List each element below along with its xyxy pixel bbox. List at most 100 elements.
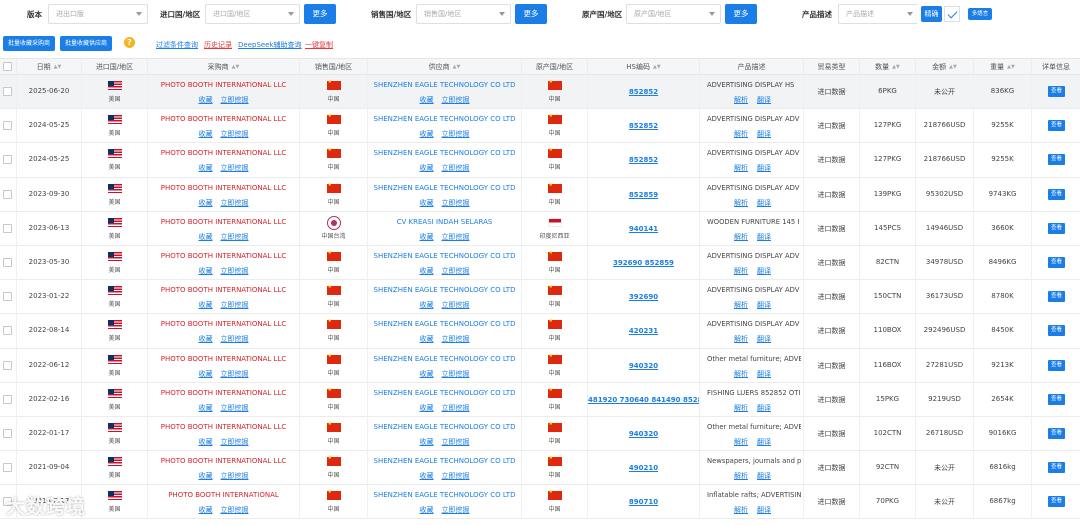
supplier-collect-link[interactable]: 收藏 [420,164,434,172]
analyze-link[interactable]: 解析 [734,267,748,275]
hs-code-link[interactable]: 392690 [588,293,699,301]
supplier-dig-link[interactable]: 立即挖掘 [442,506,470,514]
view-detail-button[interactable]: 查看 [1048,154,1065,166]
origin-more-button[interactable]: 更多 [725,4,757,24]
row-checkbox[interactable] [3,257,12,267]
row-checkbox[interactable] [3,155,12,165]
hs-code-link[interactable]: 852852 [588,88,699,96]
exact-match-checkbox[interactable] [944,6,960,22]
copy-all-link[interactable]: 一键复制 [305,40,333,50]
hs-code-link[interactable]: 481920 730640 841490 852852 [588,396,699,404]
supplier-dig-link[interactable]: 立即挖掘 [442,267,470,275]
buyer-dig-link[interactable]: 立即挖掘 [221,164,249,172]
analyze-link[interactable]: 解析 [734,438,748,446]
buyer-dig-link[interactable]: 立即挖掘 [221,301,249,309]
supplier-dig-link[interactable]: 立即挖掘 [442,96,470,104]
buyer-dig-link[interactable]: 立即挖掘 [221,267,249,275]
supplier-collect-link[interactable]: 收藏 [420,301,434,309]
hs-code-link[interactable]: 940320 [588,362,699,370]
hs-code-link[interactable]: 490210 [588,464,699,472]
supplier-dig-link[interactable]: 立即挖掘 [442,335,470,343]
supplier-name-link[interactable]: SHENZHEN EAGLE TECHNOLOGY CO LTD [368,457,521,465]
buyer-name-link[interactable]: PHOTO BOOTH INTERNATIONAL LLC [148,457,299,465]
buyer-name-link[interactable]: PHOTO BOOTH INTERNATIONAL LLC [148,149,299,157]
supplier-name-link[interactable]: SHENZHEN EAGLE TECHNOLOGY CO LTD [368,355,521,363]
buyer-name-link[interactable]: PHOTO BOOTH INTERNATIONAL LLC [148,286,299,294]
header-quantity[interactable]: 数量 ▲▼ [860,59,916,75]
analyze-link[interactable]: 解析 [734,96,748,104]
view-detail-button[interactable]: 查看 [1048,427,1065,439]
header-weight[interactable]: 重量 ▲▼ [974,59,1032,75]
analyze-link[interactable]: 解析 [734,164,748,172]
supplier-name-link[interactable]: SHENZHEN EAGLE TECHNOLOGY CO LTD [368,149,521,157]
sales-country-select[interactable]: 销售国/地区 [416,4,511,24]
supplier-name-link[interactable]: CV KREASI INDAH SELARAS [368,218,521,226]
supplier-dig-link[interactable]: 立即挖掘 [442,301,470,309]
analyze-link[interactable]: 解析 [734,404,748,412]
buyer-dig-link[interactable]: 立即挖掘 [221,233,249,241]
buyer-dig-link[interactable]: 立即挖掘 [221,370,249,378]
translate-link[interactable]: 翻译 [757,96,771,104]
buyer-name-link[interactable]: PHOTO BOOTH INTERNATIONAL LLC [148,320,299,328]
supplier-collect-link[interactable]: 收藏 [420,130,434,138]
buyer-dig-link[interactable]: 立即挖掘 [221,404,249,412]
supplier-name-link[interactable]: SHENZHEN EAGLE TECHNOLOGY CO LTD [368,389,521,397]
analyze-link[interactable]: 解析 [734,335,748,343]
header-amount[interactable]: 金额 ▲▼ [916,59,974,75]
view-detail-button[interactable]: 查看 [1048,359,1065,371]
view-detail-button[interactable]: 查看 [1048,393,1065,405]
analyze-link[interactable]: 解析 [734,472,748,480]
translate-link[interactable]: 翻译 [757,438,771,446]
row-checkbox[interactable] [3,463,12,473]
header-date[interactable]: 日期 ▲▼ [17,59,82,75]
buyer-collect-link[interactable]: 收藏 [199,130,213,138]
translate-link[interactable]: 翻译 [757,301,771,309]
supplier-name-link[interactable]: SHENZHEN EAGLE TECHNOLOGY CO LTD [368,115,521,123]
translate-link[interactable]: 翻译 [757,335,771,343]
hs-code-link[interactable]: 852859 [588,191,699,199]
analyze-link[interactable]: 解析 [734,301,748,309]
buyer-collect-link[interactable]: 收藏 [199,438,213,446]
buyer-collect-link[interactable]: 收藏 [199,96,213,104]
supplier-collect-link[interactable]: 收藏 [420,506,434,514]
row-checkbox[interactable] [3,223,12,233]
row-checkbox[interactable] [3,326,12,336]
sort-icon[interactable]: ▲▼ [949,59,957,75]
select-all-checkbox[interactable] [3,62,12,71]
view-detail-button[interactable]: 查看 [1048,496,1065,508]
row-checkbox[interactable] [3,87,12,96]
sort-icon[interactable]: ▲▼ [453,59,461,75]
header-hs-code[interactable]: HS编码 ▲▼ [588,59,700,75]
buyer-dig-link[interactable]: 立即挖掘 [221,472,249,480]
history-link[interactable]: 历史记录 [204,40,232,50]
hs-code-link[interactable]: 852852 [588,156,699,164]
buyer-name-link[interactable]: PHOTO BOOTH INTERNATIONAL LLC [148,218,299,226]
supplier-dig-link[interactable]: 立即挖掘 [442,438,470,446]
view-detail-button[interactable]: 查看 [1048,222,1065,234]
buyer-name-link[interactable]: PHOTO BOOTH INTERNATIONAL LLC [148,252,299,260]
buyer-dig-link[interactable]: 立即挖掘 [221,130,249,138]
buyer-name-link[interactable]: PHOTO BOOTH INTERNATIONAL LLC [148,184,299,192]
hs-code-link[interactable]: 940141 [588,225,699,233]
buyer-collect-link[interactable]: 收藏 [199,506,213,514]
header-supplier[interactable]: 供应商 ▲▼ [368,59,522,75]
translate-link[interactable]: 翻译 [757,199,771,207]
supplier-name-link[interactable]: SHENZHEN EAGLE TECHNOLOGY CO LTD [368,286,521,294]
buyer-collect-link[interactable]: 收藏 [199,301,213,309]
translate-link[interactable]: 翻译 [757,130,771,138]
sort-icon[interactable]: ▲▼ [653,59,661,75]
buyer-dig-link[interactable]: 立即挖掘 [221,438,249,446]
row-checkbox[interactable] [3,360,12,370]
analyze-link[interactable]: 解析 [734,199,748,207]
supplier-collect-link[interactable]: 收藏 [420,96,434,104]
row-checkbox[interactable] [3,121,12,131]
view-detail-button[interactable]: 查看 [1048,462,1065,474]
sort-icon[interactable]: ▲▼ [1007,59,1015,75]
supplier-dig-link[interactable]: 立即挖掘 [442,404,470,412]
import-country-select[interactable]: 进口国/地区 [205,4,300,24]
deepseek-link[interactable]: DeepSeek辅助查询 [238,40,302,50]
hs-code-link[interactable]: 392690 852859 [588,259,699,267]
view-detail-button[interactable]: 查看 [1048,86,1065,97]
supplier-collect-link[interactable]: 收藏 [420,438,434,446]
translate-link[interactable]: 翻译 [757,267,771,275]
